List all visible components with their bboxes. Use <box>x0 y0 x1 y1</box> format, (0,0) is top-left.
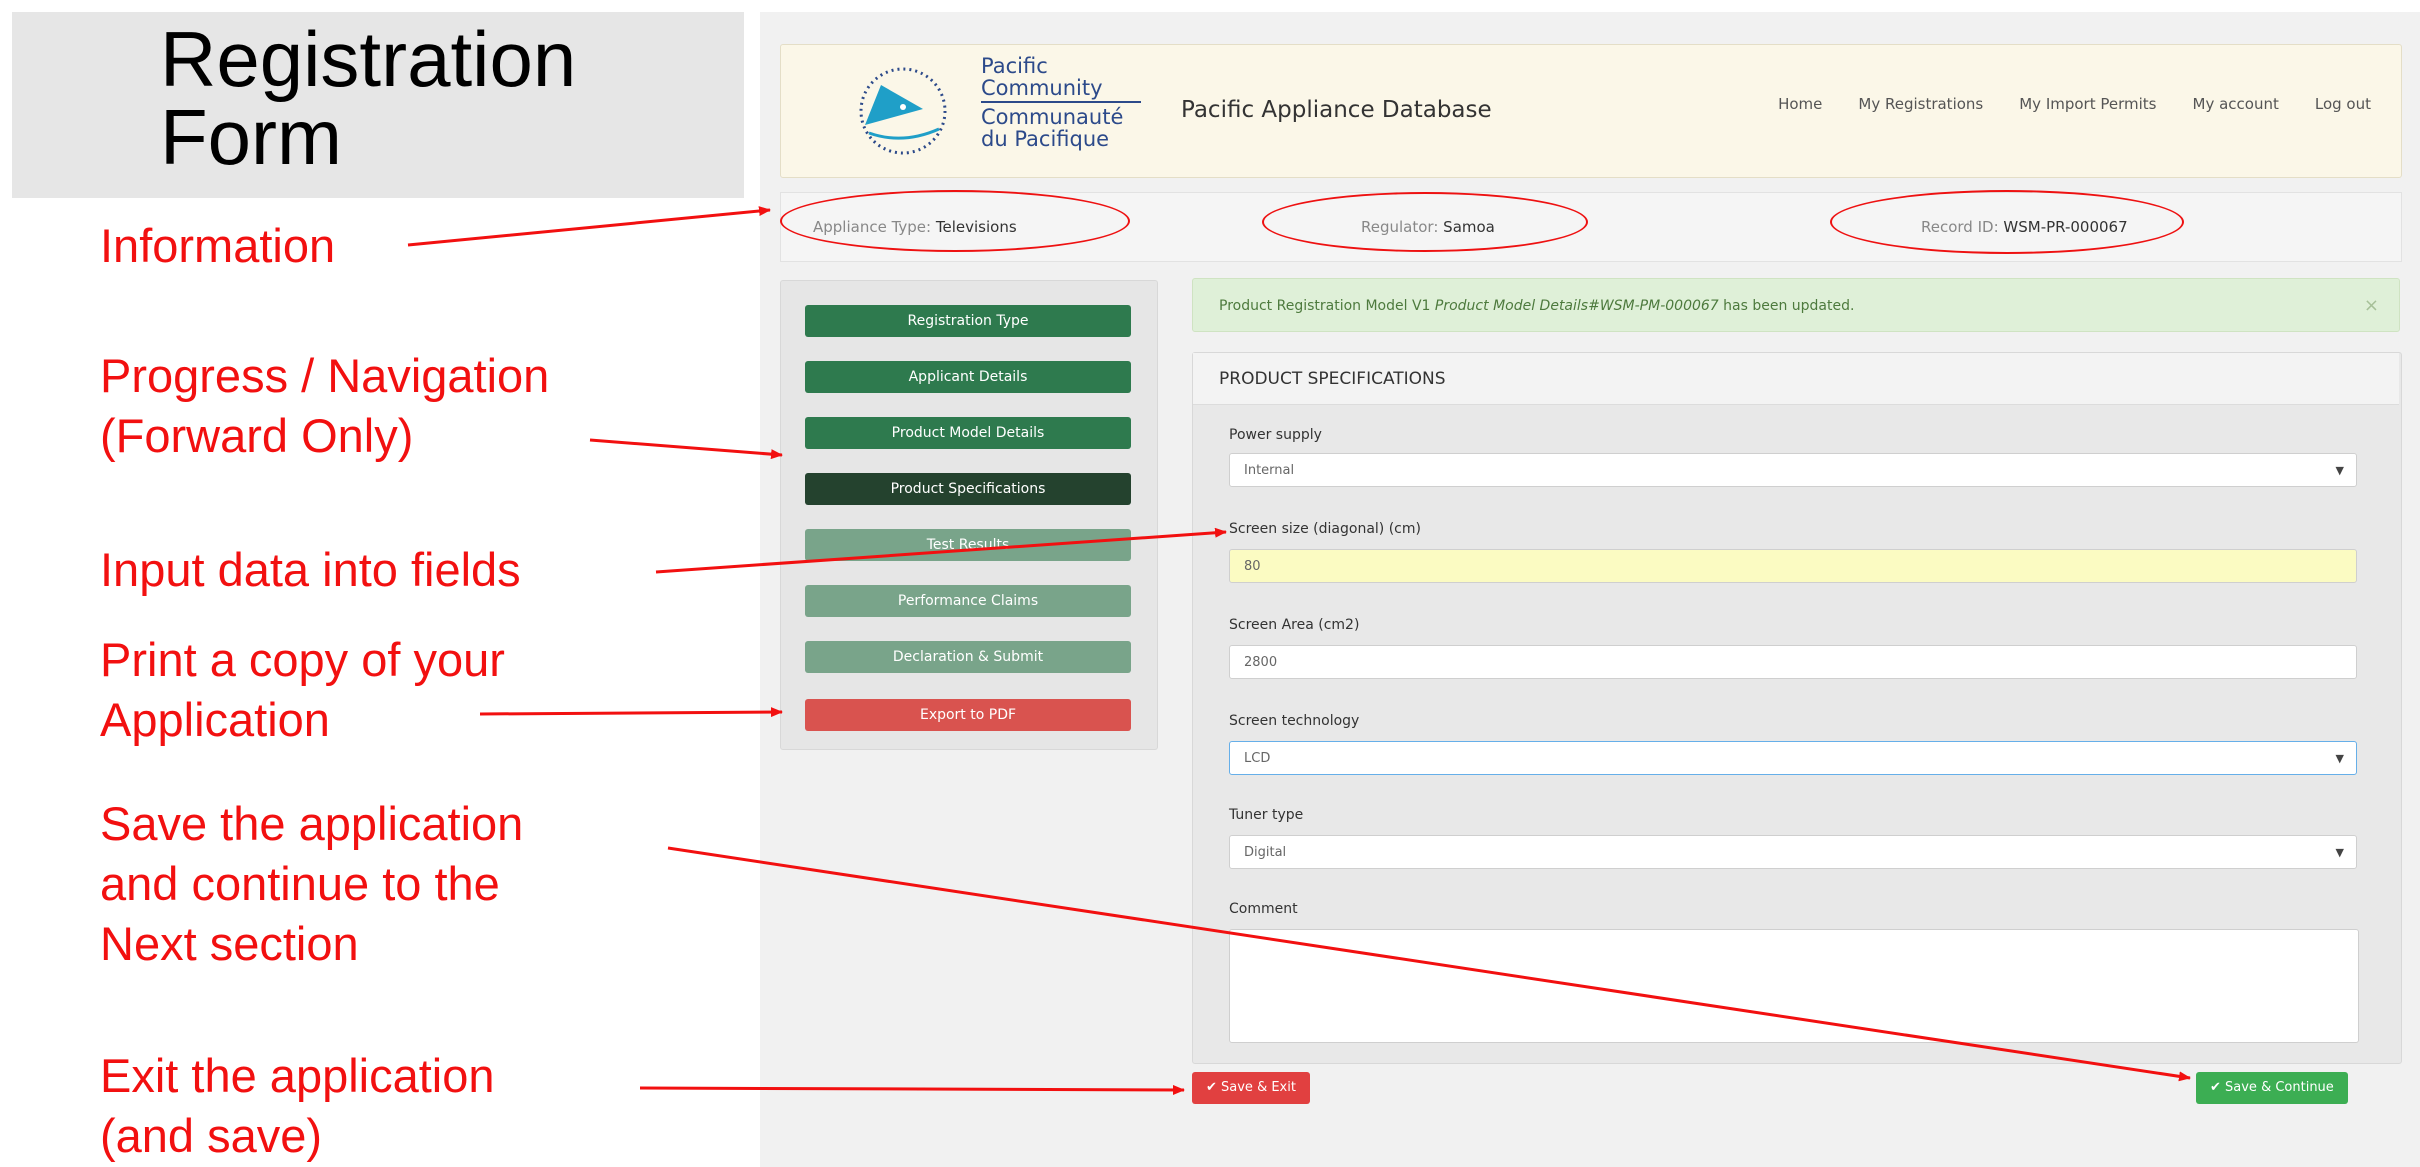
tuner-type-select[interactable]: Digital ▼ <box>1229 835 2357 869</box>
comment-label: Comment <box>1229 901 1298 917</box>
annotation-exit-line-1: Exit the application <box>100 1049 495 1102</box>
nav-home-link[interactable]: Home <box>1778 95 1822 113</box>
screen-size-value: 80 <box>1244 559 1261 574</box>
step-applicant-details[interactable]: Applicant Details <box>805 361 1131 393</box>
export-to-pdf-button[interactable]: Export to PDF <box>805 699 1131 731</box>
screen-area-label: Screen Area (cm2) <box>1229 617 1360 633</box>
top-nav: Home My Registrations My Import Permits … <box>1778 95 2371 113</box>
nav-my-import-permits-link[interactable]: My Import Permits <box>2019 95 2156 113</box>
step-product-model-details[interactable]: Product Model Details <box>805 417 1131 449</box>
alert-model-link[interactable]: Product Model Details#WSM-PM-000067 <box>1435 298 1719 314</box>
screen-size-input[interactable]: 80 <box>1229 549 2357 583</box>
tuner-type-value: Digital <box>1244 845 1287 860</box>
annotation-save-line-2: and continue to the <box>100 857 500 910</box>
alert-prefix: Product Registration Model V1 <box>1219 298 1431 314</box>
step-declaration-submit: Declaration & Submit <box>805 641 1131 673</box>
pacific-community-logo-icon[interactable] <box>845 63 963 159</box>
annotation-ellipse-record-id <box>1830 190 2184 254</box>
step-registration-type[interactable]: Registration Type <box>805 305 1131 337</box>
screen-technology-label: Screen technology <box>1229 713 1360 729</box>
annotation-print-line-2: Application <box>100 693 330 746</box>
product-specifications-panel: PRODUCT SPECIFICATIONS Power supply Inte… <box>1192 352 2402 1064</box>
app-header: Pacific Community Communauté du Pacifiqu… <box>780 44 2402 178</box>
comment-textarea[interactable] <box>1229 929 2359 1043</box>
save-and-exit-button[interactable]: ✔ Save & Exit <box>1192 1072 1310 1104</box>
annotation-ellipse-regulator <box>1262 192 1588 252</box>
arrow-progress <box>589 438 783 460</box>
logo-text-line-1: Pacific <box>981 54 1048 78</box>
app-name: Pacific Appliance Database <box>1181 97 1492 123</box>
power-supply-select[interactable]: Internal ▼ <box>1229 453 2357 487</box>
chevron-down-icon: ▼ <box>2335 464 2344 477</box>
annotation-information: Information <box>100 219 336 272</box>
progress-sidebar: Registration Type Applicant Details Prod… <box>780 280 1158 750</box>
chevron-down-icon: ▼ <box>2335 846 2344 859</box>
annotation-print: Print a copy of your Application <box>100 630 505 750</box>
annotation-save-line-3: Next section <box>100 917 359 970</box>
annotation-save-line-1: Save the application <box>100 797 524 850</box>
nav-my-account-link[interactable]: My account <box>2193 95 2279 113</box>
annotation-exit: Exit the application (and save) <box>100 1046 495 1166</box>
nav-my-registrations-link[interactable]: My Registrations <box>1858 95 1983 113</box>
alert-suffix: has been updated. <box>1723 298 1855 314</box>
tuner-type-label: Tuner type <box>1229 807 1304 823</box>
screen-technology-select[interactable]: LCD ▼ <box>1229 741 2357 775</box>
alert-close-icon[interactable]: × <box>2364 279 2379 333</box>
screen-area-input[interactable]: 2800 <box>1229 645 2357 679</box>
annotation-progress-line-2: (Forward Only) <box>100 409 414 462</box>
screen-size-label: Screen size (diagonal) (cm) <box>1229 521 1421 537</box>
step-product-specifications[interactable]: Product Specifications <box>805 473 1131 505</box>
annotation-save: Save the application and continue to the… <box>100 794 523 974</box>
annotation-progress: Progress / Navigation (Forward Only) <box>100 346 549 466</box>
screen-technology-value: LCD <box>1244 751 1271 766</box>
logo-text-line-4: du Pacifique <box>981 127 1110 151</box>
screen-area-value: 2800 <box>1244 655 1278 670</box>
logo-divider <box>981 101 1141 103</box>
annotation-ellipse-appliance <box>780 190 1130 252</box>
annotation-exit-line-2: (and save) <box>100 1109 323 1162</box>
arrow-print <box>479 707 783 718</box>
chevron-down-icon: ▼ <box>2335 752 2344 765</box>
save-and-continue-button[interactable]: ✔ Save & Continue <box>2196 1072 2348 1104</box>
annotation-input: Input data into fields <box>100 543 521 596</box>
slide-title-line-2: Form <box>160 93 342 181</box>
app-window: Pacific Community Communauté du Pacifiqu… <box>760 12 2420 1167</box>
slide-title-line-1: Registration <box>160 15 577 103</box>
step-performance-claims: Performance Claims <box>805 585 1131 617</box>
arrow-information <box>407 206 771 247</box>
power-supply-value: Internal <box>1244 463 1295 478</box>
logo-text-line-2: Community <box>981 76 1103 100</box>
nav-log-out-link[interactable]: Log out <box>2315 95 2371 113</box>
slide-title: Registration Form <box>160 20 576 176</box>
logo-text-line-3: Communauté <box>981 105 1124 129</box>
success-alert: Product Registration Model V1 Product Mo… <box>1192 278 2400 332</box>
annotation-print-line-1: Print a copy of your <box>100 633 505 686</box>
step-test-results: Test Results <box>805 529 1131 561</box>
power-supply-label: Power supply <box>1229 427 1322 443</box>
annotation-progress-line-1: Progress / Navigation <box>100 349 550 402</box>
logo-text: Pacific Community Communauté du Pacifiqu… <box>981 55 1151 150</box>
panel-heading: PRODUCT SPECIFICATIONS <box>1193 353 2399 405</box>
